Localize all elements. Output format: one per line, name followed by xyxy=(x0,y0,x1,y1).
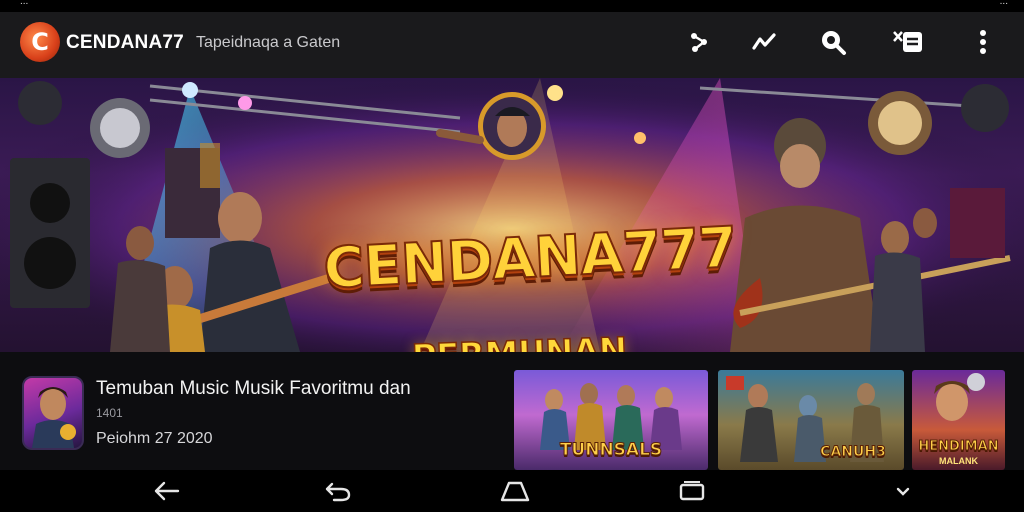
system-nav-bar xyxy=(0,470,1024,512)
thumbnail-1-label: TUNNSALS xyxy=(559,440,663,461)
nav-collapse-button[interactable] xyxy=(885,476,921,506)
featured-title[interactable]: Temuban Music Musik Favoritmu dan xyxy=(96,378,411,400)
nav-recents-button[interactable] xyxy=(674,476,710,506)
status-bar: ... ... xyxy=(0,0,1024,12)
app-title: CENDANA77 xyxy=(66,32,184,53)
hero-artwork xyxy=(0,78,1024,352)
app-bar: C CENDANA77 Tapeidnaqa a Gaten xyxy=(0,12,1024,78)
thumbnail-3[interactable]: HENDIMAN MALANK xyxy=(912,370,1005,470)
back-icon xyxy=(154,481,180,501)
featured-meta: 1401 xyxy=(96,406,123,420)
thumbnail-1[interactable]: TUNNSALS xyxy=(514,370,708,470)
app-logo[interactable]: C xyxy=(20,22,60,62)
share-icon xyxy=(691,33,707,52)
cast-icon xyxy=(893,31,922,52)
recents-icon xyxy=(679,481,705,501)
status-right-text: ... xyxy=(999,0,1008,7)
more-vert-icon xyxy=(980,30,986,54)
hero-banner[interactable]: CENDANA777 PERMUNAN FANTASTIS xyxy=(0,78,1024,352)
more-options-button[interactable] xyxy=(967,26,999,58)
undo-icon xyxy=(325,482,351,502)
cast-button[interactable] xyxy=(892,26,924,58)
app-subtitle: Tapeidnaqa a Gaten xyxy=(196,34,341,51)
status-left-text: ... xyxy=(20,0,29,7)
thumbnail-3-art xyxy=(934,373,985,421)
search-icon xyxy=(822,31,846,55)
thumbnail-2-label: CANUH3 xyxy=(820,444,887,461)
thumbnail-3-sublabel: MALANK xyxy=(939,456,978,466)
nav-home-button[interactable] xyxy=(497,476,533,506)
logo-letter: C xyxy=(31,28,49,56)
trend-button[interactable] xyxy=(748,26,780,58)
thumbnail-3-label: HENDIMAN xyxy=(918,439,999,455)
nav-back-button[interactable] xyxy=(148,476,184,506)
chevron-down-icon xyxy=(896,487,910,496)
app-icon-artwork xyxy=(32,387,76,448)
search-button[interactable] xyxy=(817,26,849,58)
featured-date: Peiohm 27 2020 xyxy=(96,430,213,447)
home-icon xyxy=(500,481,530,502)
thumbnail-2[interactable]: CANUH3 xyxy=(718,370,904,470)
nav-undo-button[interactable] xyxy=(320,476,356,506)
trend-icon xyxy=(752,33,776,50)
content-area: Temuban Music Musik Favoritmu dan 1401 P… xyxy=(0,352,1024,470)
featured-app-icon[interactable] xyxy=(22,376,84,450)
share-button[interactable] xyxy=(683,26,715,58)
